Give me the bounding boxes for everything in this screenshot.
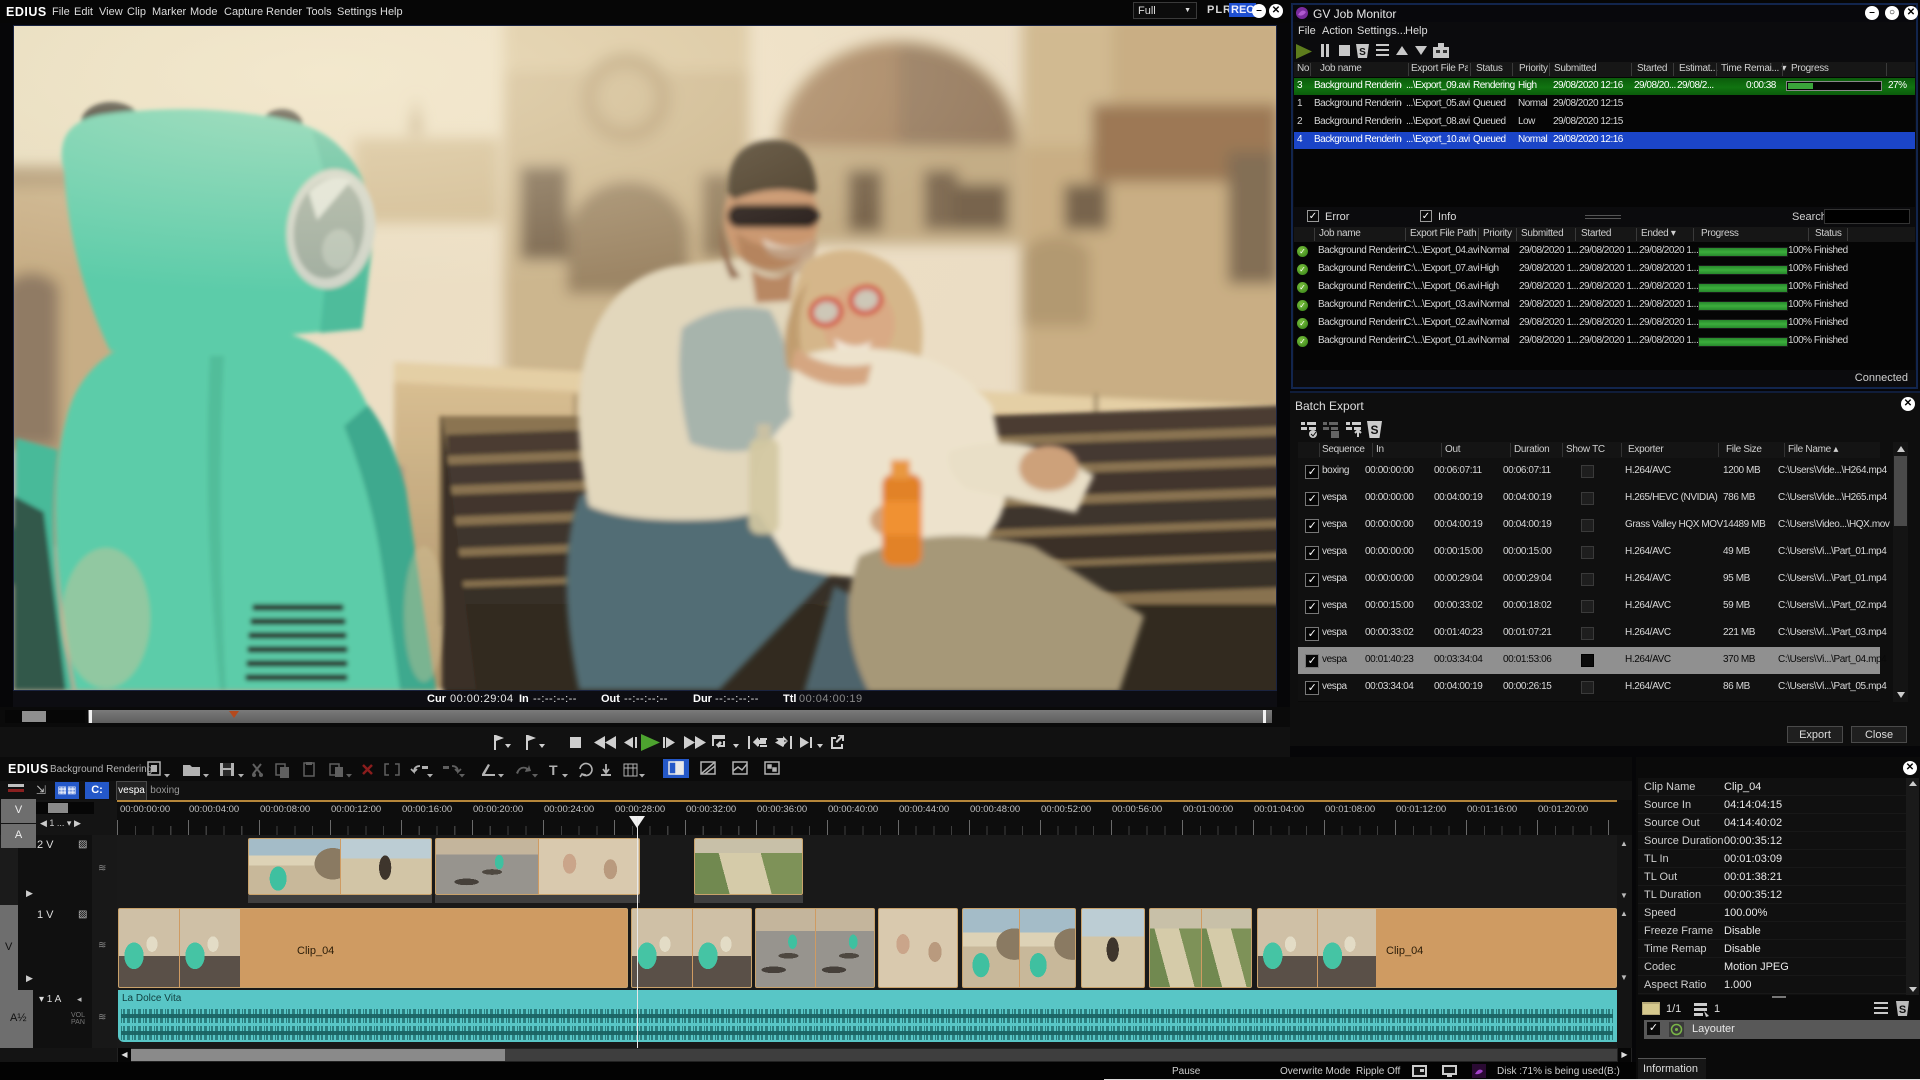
svg-text:S: S — [1899, 1004, 1906, 1016]
svg-text:S: S — [1359, 47, 1366, 58]
svg-text:S: S — [1370, 423, 1378, 437]
svg-text:T: T — [549, 762, 558, 778]
